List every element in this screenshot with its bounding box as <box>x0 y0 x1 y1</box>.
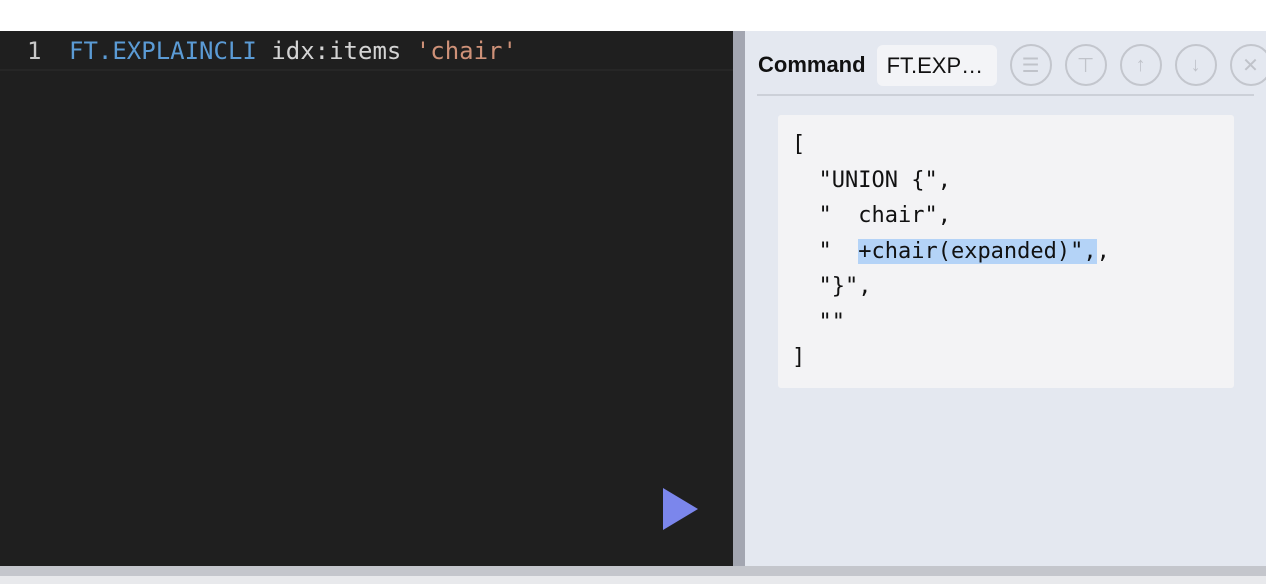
run-button[interactable] <box>663 488 698 530</box>
editor-line[interactable]: 1 FT.EXPLAINCLI idx:items 'chair' <box>0 35 733 71</box>
divider <box>757 94 1254 96</box>
output-text: " <box>792 238 859 264</box>
arrow-down-icon[interactable]: ↓ <box>1174 44 1217 86</box>
command-keyword: FT.EXPLAINCLI <box>69 37 257 65</box>
output-line: ] <box>792 345 806 370</box>
output-line: " chair", <box>792 203 951 228</box>
paint-roller-icon[interactable]: ⊤ <box>1064 44 1107 86</box>
panel-title: Command <box>758 52 866 77</box>
list-icon[interactable]: ☰ <box>1009 44 1052 86</box>
selected-text: +chair(expanded)", <box>858 238 1097 264</box>
output-line: "UNION {", <box>792 167 951 193</box>
output-line: "" <box>792 309 845 335</box>
line-number: 1 <box>27 37 42 65</box>
result-panel: Command FT.EXP… ☰ ⊤ ↑ ↓ ✕ [ "UNION {", "… <box>745 31 1266 566</box>
output-line: " +chair(expanded)",, <box>792 234 1234 270</box>
resize-handle[interactable] <box>733 31 745 566</box>
command-string: 'chair' <box>415 37 517 65</box>
command-preview: FT.EXP… <box>876 44 997 86</box>
bottom-strip <box>0 576 1266 584</box>
output-text: , <box>1096 238 1110 264</box>
code-text[interactable]: FT.EXPLAINCLI idx:items 'chair' <box>69 35 517 67</box>
arrow-up-icon[interactable]: ↑ <box>1119 44 1162 86</box>
output-line: "}", <box>792 274 872 299</box>
code-editor[interactable]: 1 FT.EXPLAINCLI idx:items 'chair' <box>0 31 733 566</box>
close-icon[interactable]: ✕ <box>1229 44 1266 86</box>
output-line: [ <box>792 132 806 157</box>
command-args: idx:items <box>256 37 416 65</box>
output-block[interactable]: [ "UNION {", " chair", " +chair(expanded… <box>778 115 1234 388</box>
